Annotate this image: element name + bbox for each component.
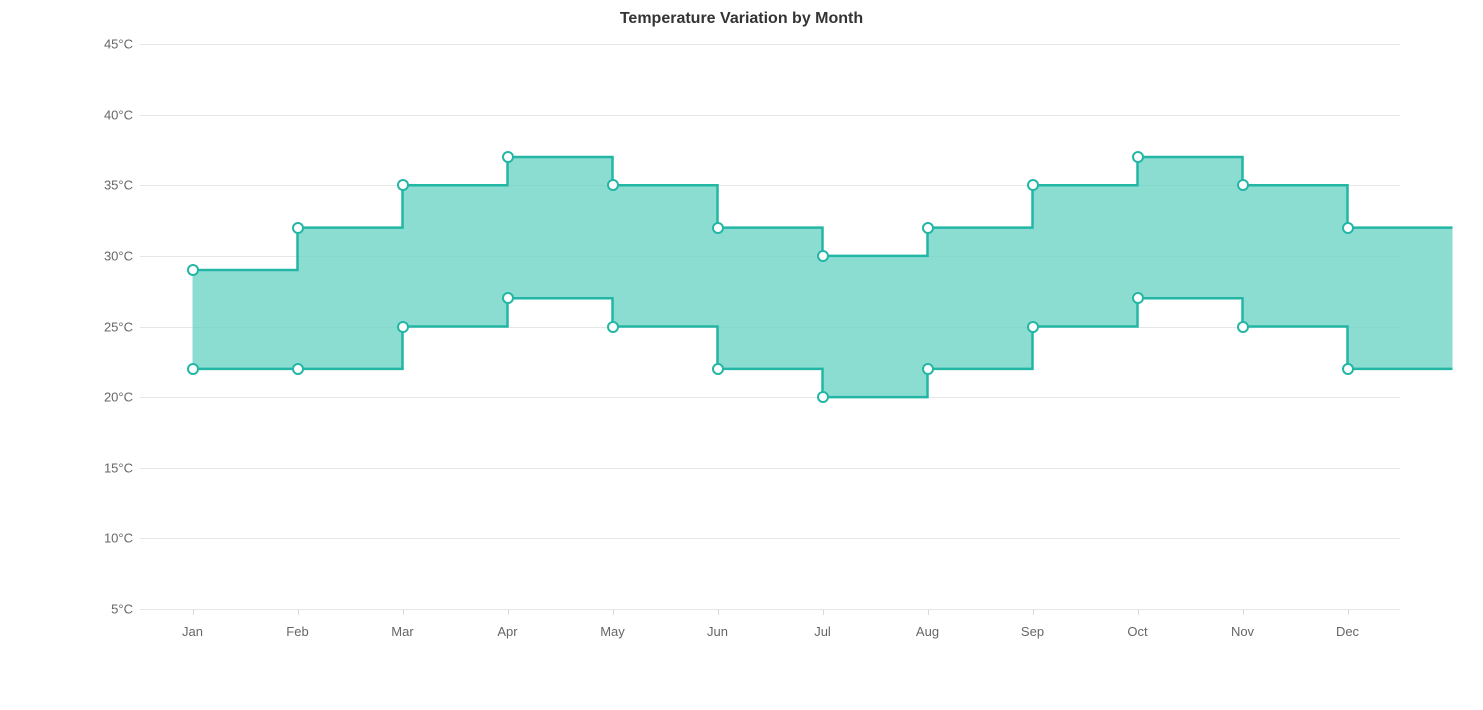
plot-area[interactable]: 5°C10°C15°C20°C25°C30°C35°C40°C45°CJanFe…: [140, 44, 1400, 609]
data-marker-high[interactable]: [187, 264, 199, 276]
x-axis-label: Sep: [1021, 624, 1044, 639]
data-marker-low[interactable]: [1237, 321, 1249, 333]
data-marker-high[interactable]: [817, 250, 829, 262]
data-marker-low[interactable]: [502, 292, 514, 304]
data-marker-low[interactable]: [1027, 321, 1039, 333]
data-marker-high[interactable]: [1342, 222, 1354, 234]
data-marker-low[interactable]: [817, 391, 829, 403]
y-axis-label: 5°C: [85, 602, 133, 617]
data-marker-low[interactable]: [187, 363, 199, 375]
data-marker-high[interactable]: [1132, 151, 1144, 163]
data-marker-high[interactable]: [712, 222, 724, 234]
x-axis-label: Oct: [1127, 624, 1147, 639]
x-axis-label: May: [600, 624, 625, 639]
chart-title: Temperature Variation by Month: [0, 0, 1483, 40]
data-marker-high[interactable]: [607, 179, 619, 191]
x-axis-label: Dec: [1336, 624, 1359, 639]
y-axis-label: 15°C: [85, 460, 133, 475]
x-axis-label: Apr: [497, 624, 517, 639]
range-area: [140, 44, 1400, 609]
y-axis-label: 30°C: [85, 248, 133, 263]
x-axis-label: Jan: [182, 624, 203, 639]
data-marker-high[interactable]: [922, 222, 934, 234]
data-marker-high[interactable]: [292, 222, 304, 234]
x-axis-label: Jun: [707, 624, 728, 639]
temperature-range-chart: Temperature Variation by Month 5°C10°C15…: [0, 0, 1483, 710]
y-axis-label: 35°C: [85, 178, 133, 193]
y-axis-label: 40°C: [85, 107, 133, 122]
x-axis-label: Mar: [391, 624, 413, 639]
data-marker-high[interactable]: [502, 151, 514, 163]
y-axis-label: 20°C: [85, 390, 133, 405]
gridline: [140, 609, 1400, 610]
x-axis-label: Jul: [814, 624, 831, 639]
data-marker-low[interactable]: [922, 363, 934, 375]
data-marker-high[interactable]: [397, 179, 409, 191]
data-marker-high[interactable]: [1027, 179, 1039, 191]
data-marker-high[interactable]: [1237, 179, 1249, 191]
data-marker-low[interactable]: [607, 321, 619, 333]
data-marker-low[interactable]: [292, 363, 304, 375]
y-axis-label: 25°C: [85, 319, 133, 334]
data-marker-low[interactable]: [712, 363, 724, 375]
x-axis-label: Feb: [286, 624, 308, 639]
y-axis-label: 45°C: [85, 37, 133, 52]
x-axis-label: Aug: [916, 624, 939, 639]
x-axis-label: Nov: [1231, 624, 1254, 639]
data-marker-low[interactable]: [1132, 292, 1144, 304]
y-axis-label: 10°C: [85, 531, 133, 546]
data-marker-low[interactable]: [1342, 363, 1354, 375]
data-marker-low[interactable]: [397, 321, 409, 333]
